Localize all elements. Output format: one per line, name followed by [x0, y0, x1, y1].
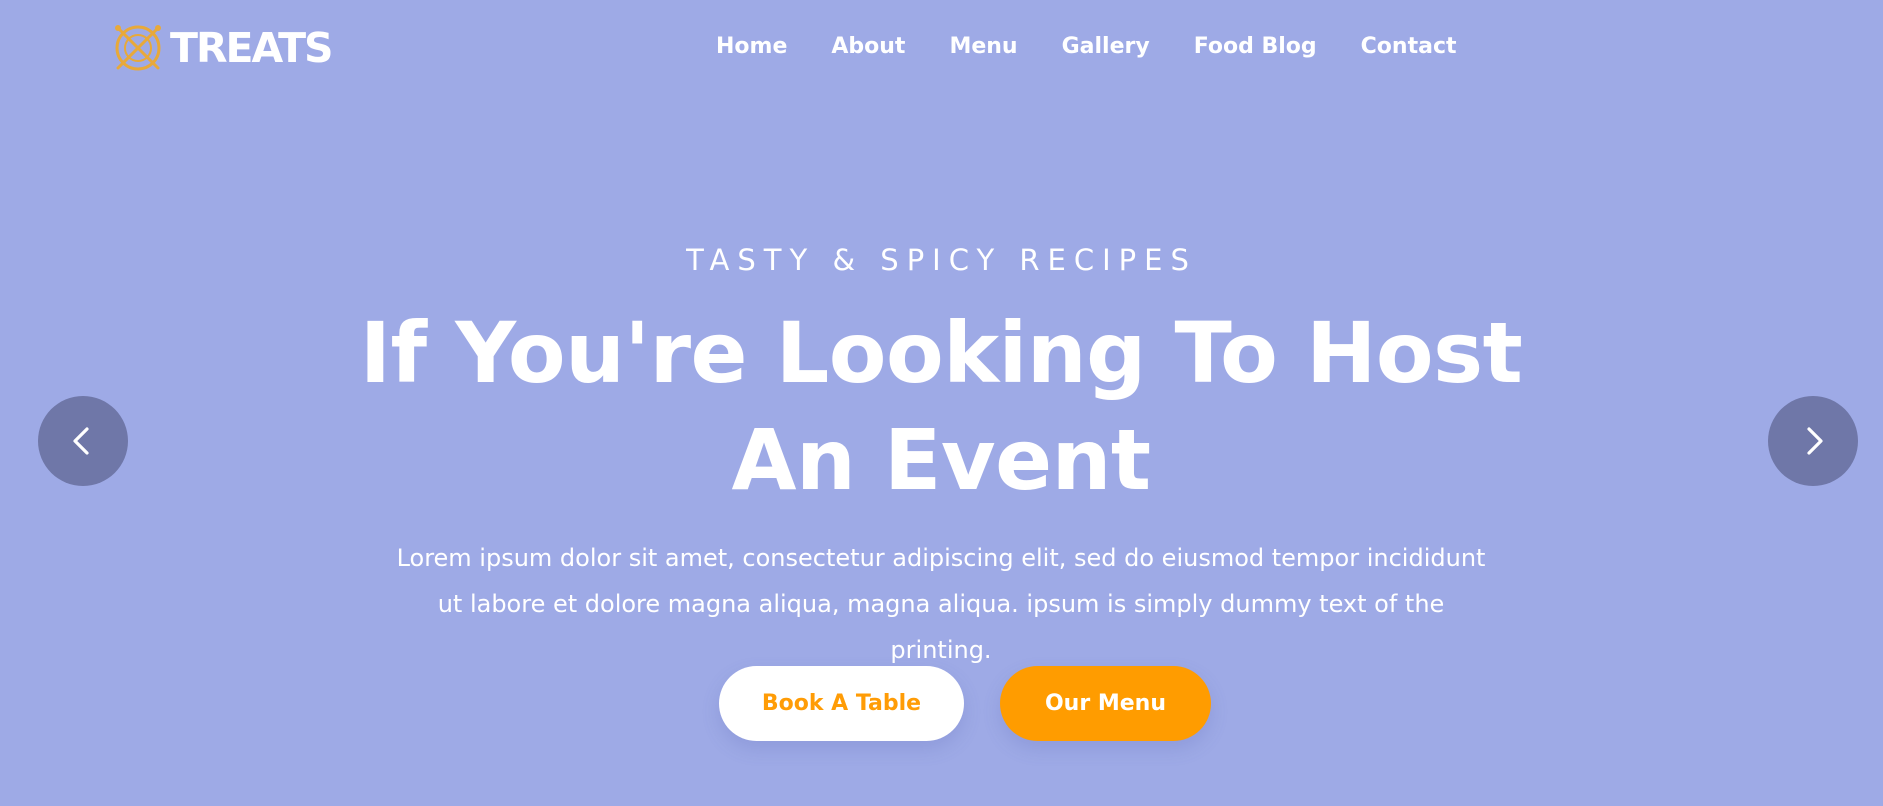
site-logo[interactable]: TREATS — [110, 20, 334, 76]
hero-eyebrow: TASTY & SPICY RECIPES — [686, 243, 1197, 277]
hero-page: TREATS Home About Menu Gallery Food Blog… — [0, 0, 1883, 806]
nav-menu[interactable]: Menu — [949, 34, 1017, 59]
nav-contact[interactable]: Contact — [1361, 34, 1457, 59]
crossed-utensils-plate-icon — [115, 25, 161, 71]
chevron-right-icon — [1807, 427, 1823, 455]
hero-headline: If You're Looking To Host An Event — [359, 304, 1523, 509]
hero-description: Lorem ipsum dolor sit amet, consectetur … — [396, 544, 1486, 664]
logo-text: TREATS — [170, 24, 334, 72]
nav-gallery[interactable]: Gallery — [1062, 34, 1150, 59]
slider-prev-button[interactable] — [38, 396, 128, 486]
our-menu-button[interactable]: Our Menu — [1000, 666, 1211, 741]
nav-food-blog[interactable]: Food Blog — [1194, 34, 1317, 59]
nav-home[interactable]: Home — [716, 34, 787, 59]
nav-about[interactable]: About — [831, 34, 905, 59]
chevron-left-icon — [73, 427, 89, 455]
main-nav: Home About Menu Gallery Food Blog Contac… — [716, 28, 1457, 64]
book-table-button[interactable]: Book A Table — [719, 666, 964, 741]
slider-next-button[interactable] — [1768, 396, 1858, 486]
